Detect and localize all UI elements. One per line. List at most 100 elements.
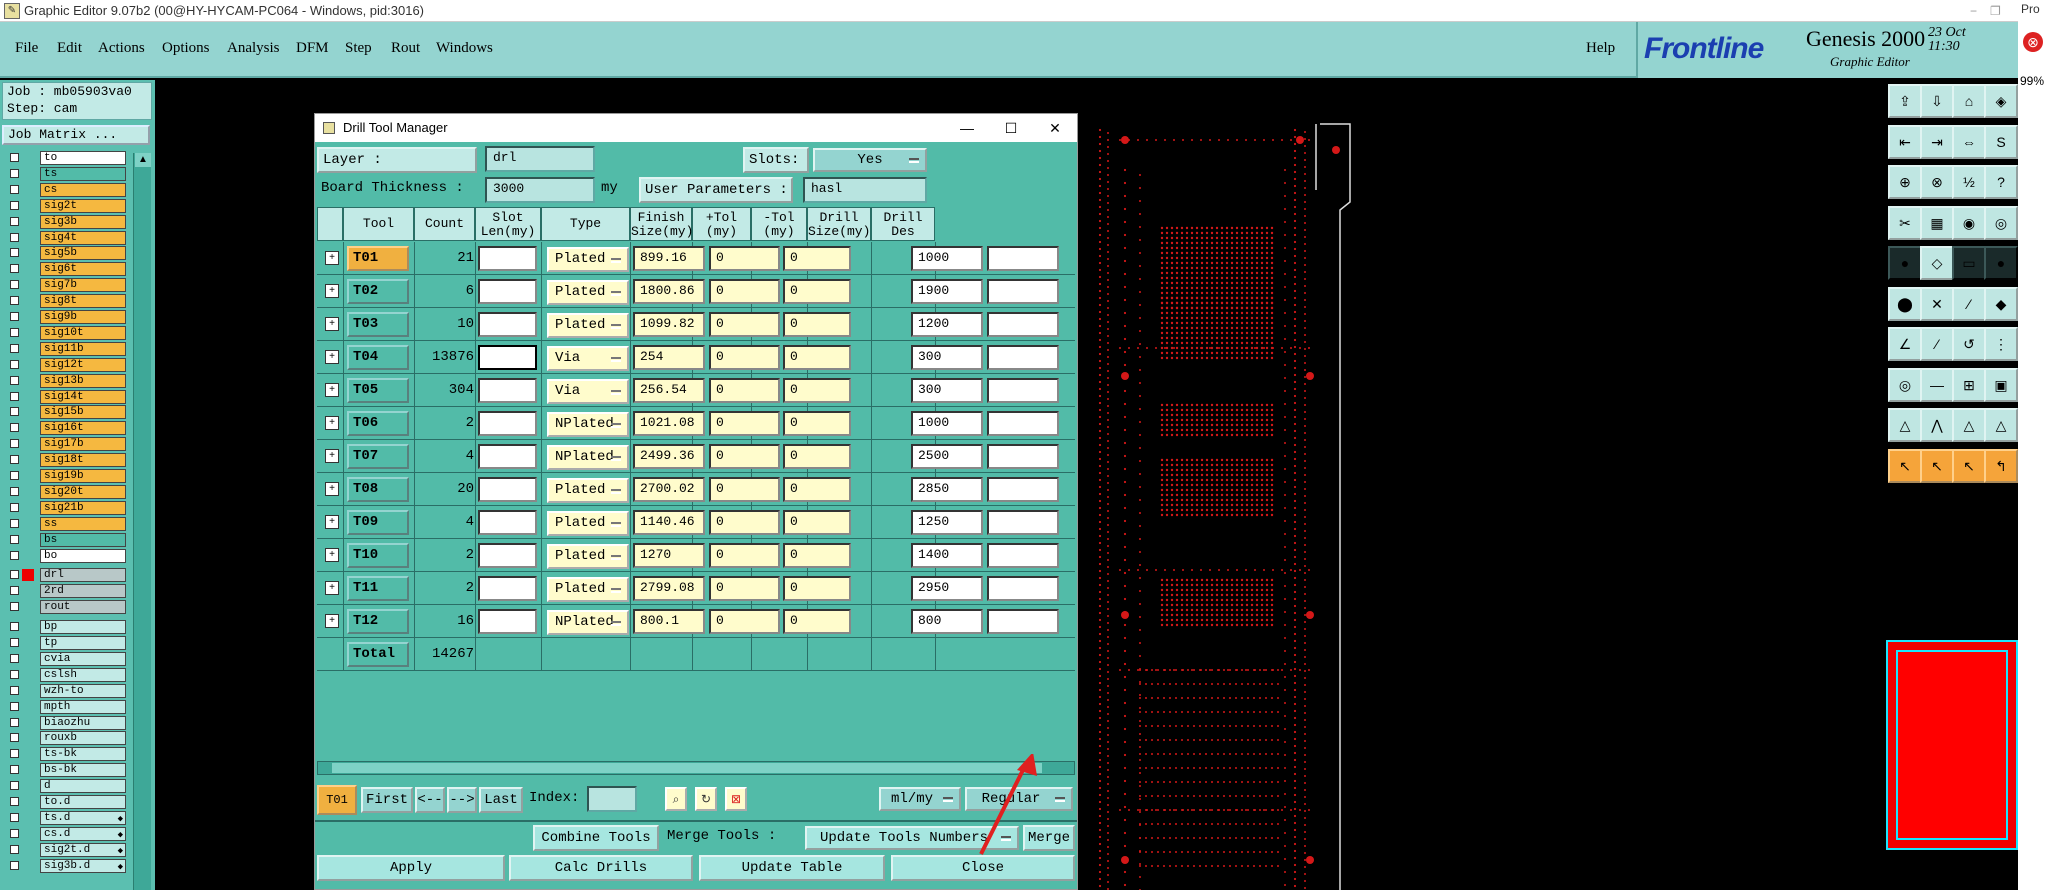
- tool-name-button[interactable]: T12: [347, 609, 409, 634]
- finish-size-input[interactable]: 254: [633, 345, 705, 370]
- drill-des-input[interactable]: [987, 378, 1059, 403]
- layer-checkbox[interactable]: [10, 486, 19, 496]
- tool-button-icon[interactable]: ⋀: [1920, 408, 1954, 442]
- layer-row[interactable]: rout: [4, 599, 126, 615]
- tool-button-icon[interactable]: ⬤: [1888, 286, 1922, 321]
- layer-checkbox[interactable]: [10, 701, 19, 711]
- tool-button-icon[interactable]: ⊗: [1920, 165, 1954, 199]
- tool-button-icon[interactable]: ✂: [1888, 205, 1922, 240]
- tool-button-icon[interactable]: ⁄: [1920, 327, 1954, 361]
- layer-checkbox[interactable]: [10, 184, 19, 194]
- layer-checkbox[interactable]: [10, 264, 19, 274]
- tool-button-icon[interactable]: ↖: [1920, 448, 1954, 483]
- update-table-button[interactable]: Update Table: [699, 855, 885, 881]
- user-parameters-field[interactable]: hasl: [803, 177, 927, 203]
- thickness-field[interactable]: 3000: [485, 177, 595, 203]
- drill-size-input[interactable]: 1200: [911, 312, 983, 337]
- tool-name-button[interactable]: T11: [347, 576, 409, 601]
- row-select-icon[interactable]: +: [325, 515, 339, 529]
- slot-length-input[interactable]: [478, 345, 537, 370]
- layer-row[interactable]: cs: [4, 182, 126, 198]
- layer-checkbox[interactable]: [10, 343, 19, 353]
- layer-checkbox[interactable]: [10, 439, 19, 449]
- tool-button-icon[interactable]: ◇: [1920, 246, 1954, 280]
- layer-checkbox[interactable]: [10, 534, 19, 544]
- next-button[interactable]: -->: [447, 787, 477, 813]
- layer-row[interactable]: sig3b.d ◆: [4, 858, 126, 874]
- menu-edit[interactable]: Edit: [57, 40, 82, 57]
- layer-checkbox[interactable]: [10, 570, 19, 580]
- job-matrix-button[interactable]: Job Matrix ...: [2, 125, 150, 145]
- layer-row[interactable]: bp: [4, 619, 126, 635]
- menu-options[interactable]: Options: [162, 40, 210, 57]
- tool-button-icon[interactable]: ↖: [1888, 448, 1922, 483]
- layer-row[interactable]: sig11b: [4, 341, 126, 357]
- minus-tol-input[interactable]: 0: [783, 609, 851, 634]
- layer-checkbox[interactable]: [10, 232, 19, 242]
- tool-button-icon[interactable]: ↺: [1952, 327, 1986, 361]
- layer-checkbox[interactable]: [10, 669, 19, 679]
- tool-button-icon[interactable]: ⇩: [1920, 84, 1954, 118]
- layer-checkbox[interactable]: [10, 216, 19, 226]
- layer-row[interactable]: tp: [4, 635, 126, 651]
- drill-des-input[interactable]: [987, 444, 1059, 469]
- minus-tol-input[interactable]: 0: [783, 345, 851, 370]
- minus-tol-input[interactable]: 0: [783, 444, 851, 469]
- combine-tools-button[interactable]: Combine Tools: [533, 825, 659, 851]
- plus-tol-input[interactable]: 0: [709, 576, 780, 601]
- plus-tol-input[interactable]: 0: [709, 411, 780, 436]
- prev-button[interactable]: <--: [415, 787, 445, 813]
- minus-tol-input[interactable]: 0: [783, 411, 851, 436]
- tool-button-icon[interactable]: ⇥: [1920, 124, 1954, 159]
- drill-size-input[interactable]: 1000: [911, 411, 983, 436]
- finish-size-input[interactable]: 1099.82: [633, 312, 705, 337]
- layer-checkbox[interactable]: [10, 312, 19, 321]
- layer-checkbox[interactable]: [10, 781, 19, 791]
- layer-checkbox[interactable]: [10, 518, 19, 528]
- layer-checkbox[interactable]: [10, 685, 19, 695]
- menu-dfm[interactable]: DFM: [296, 40, 329, 57]
- layer-row[interactable]: sig21b: [4, 500, 126, 516]
- tool-button-icon[interactable]: ◈: [1984, 84, 2018, 118]
- drill-des-input[interactable]: [987, 576, 1059, 601]
- layer-checkbox[interactable]: [10, 391, 19, 401]
- layer-checkbox[interactable]: [10, 622, 19, 632]
- plus-tol-input[interactable]: 0: [709, 609, 780, 634]
- tool-name-button[interactable]: T02: [347, 279, 409, 304]
- type-select[interactable]: Via: [547, 346, 629, 371]
- tool-button-icon[interactable]: ⊕: [1888, 165, 1922, 199]
- tool-button-icon[interactable]: ◎: [1984, 205, 2018, 240]
- drill-size-input[interactable]: 1400: [911, 543, 983, 568]
- layer-row[interactable]: sig15b: [4, 404, 126, 420]
- row-select-icon[interactable]: +: [325, 284, 339, 298]
- layer-row[interactable]: to: [4, 150, 126, 166]
- minus-tol-input[interactable]: 0: [783, 246, 851, 271]
- finish-size-input[interactable]: 2799.08: [633, 576, 705, 601]
- layer-row[interactable]: sig14t: [4, 389, 126, 405]
- tool-button-icon[interactable]: ●: [1984, 246, 2018, 280]
- layer-checkbox[interactable]: [10, 248, 19, 258]
- record-icon[interactable]: ⊗: [2023, 32, 2043, 52]
- tool-name-button[interactable]: T07: [347, 444, 409, 469]
- tool-button-icon[interactable]: △: [1952, 408, 1986, 442]
- tool-button-icon[interactable]: ½: [1952, 165, 1986, 199]
- finish-size-input[interactable]: 1800.86: [633, 279, 705, 304]
- layer-row[interactable]: drl: [4, 567, 126, 583]
- menu-help[interactable]: Help: [1586, 40, 1615, 57]
- finish-size-input[interactable]: 2700.02: [633, 477, 705, 502]
- drill-des-input[interactable]: [987, 312, 1059, 337]
- layer-field[interactable]: drl: [485, 146, 595, 172]
- drill-des-input[interactable]: [987, 543, 1059, 568]
- finish-size-input[interactable]: 1140.46: [633, 510, 705, 535]
- drill-size-input[interactable]: 2950: [911, 576, 983, 601]
- tool-button-icon[interactable]: ⇪: [1888, 84, 1922, 118]
- tool-button-icon[interactable]: △: [1888, 408, 1922, 442]
- tool-name-button[interactable]: T10: [347, 543, 409, 568]
- tool-button-icon[interactable]: ◉: [1952, 205, 1986, 240]
- tool-button-icon[interactable]: ✕: [1920, 286, 1954, 321]
- slot-length-input[interactable]: [478, 477, 537, 502]
- drill-des-input[interactable]: [987, 477, 1059, 502]
- row-select-icon[interactable]: +: [325, 251, 339, 265]
- tool-button-icon[interactable]: ▣: [1984, 367, 2018, 402]
- layer-row[interactable]: sig18t: [4, 452, 126, 468]
